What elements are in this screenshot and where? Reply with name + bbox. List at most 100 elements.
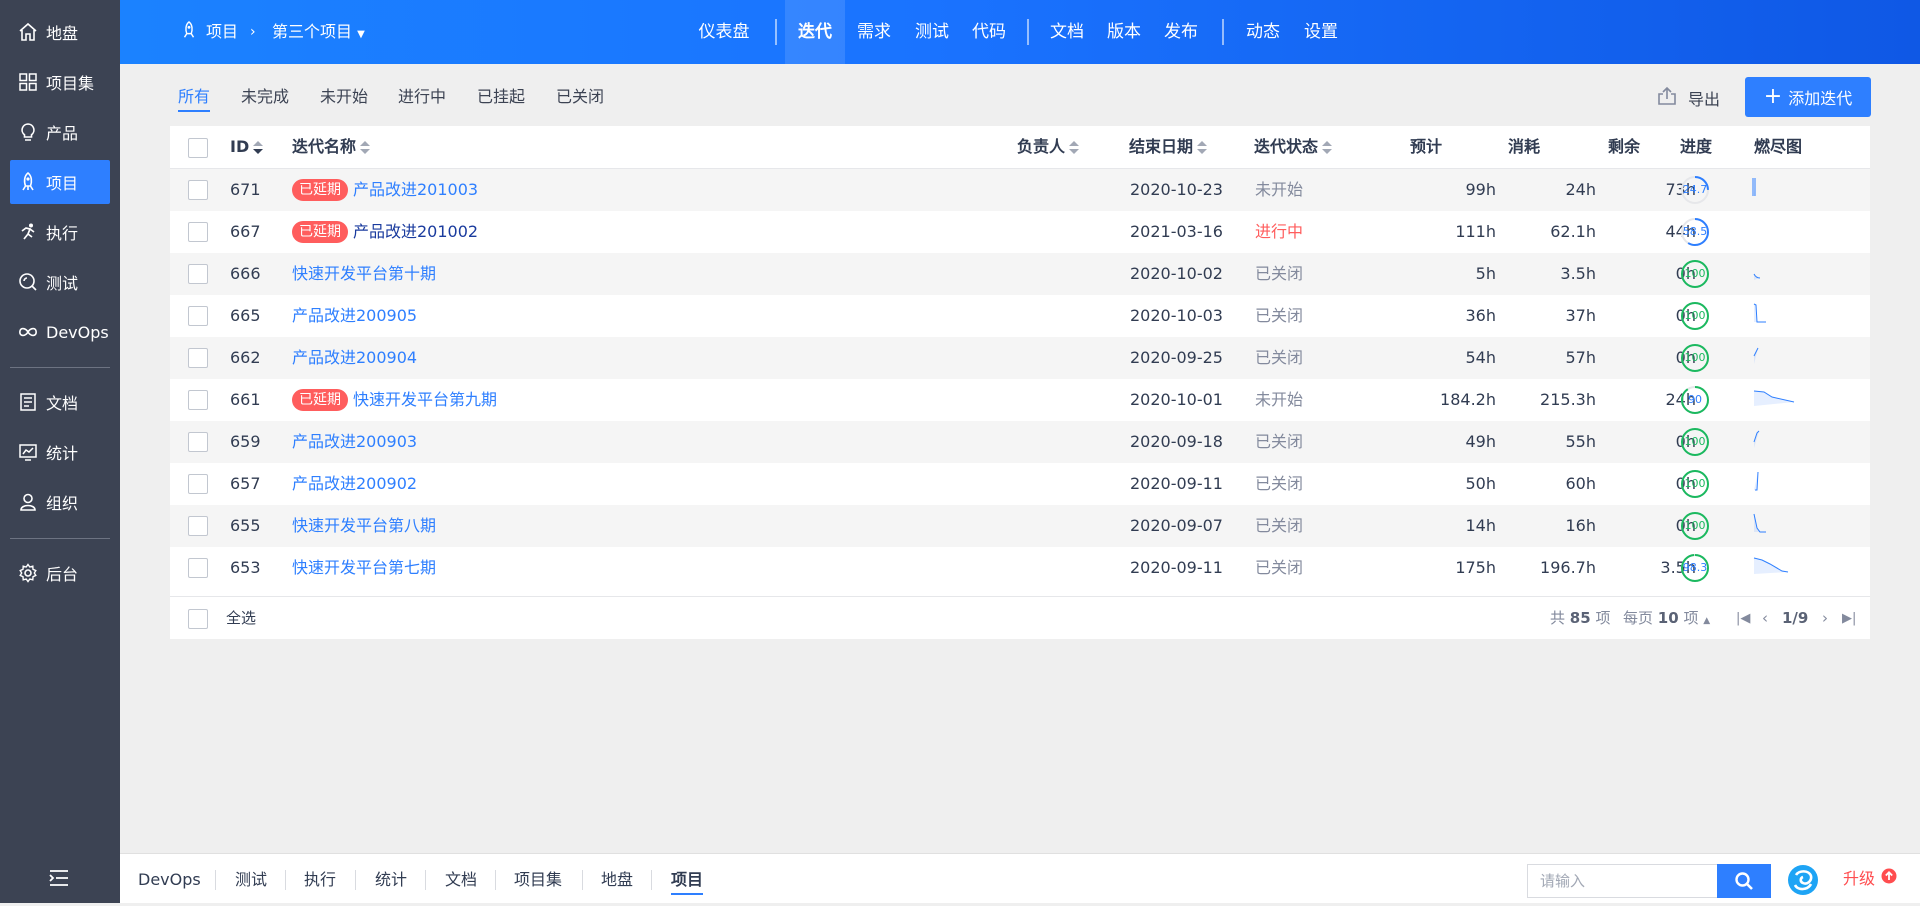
row-name-cell: 产品改进200904 (292, 337, 417, 379)
sidebar-item-product[interactable]: 产品 (10, 110, 110, 154)
iteration-link[interactable]: 产品改进201003 (353, 180, 478, 199)
upgrade-label: 升级 (1843, 869, 1876, 888)
taskbar-execution[interactable]: 执行 (304, 854, 336, 904)
row-checkbox[interactable] (188, 306, 208, 326)
row-checkbox[interactable] (188, 264, 208, 284)
row-checkbox[interactable] (188, 348, 208, 368)
export-button[interactable]: 导出 (1656, 82, 1720, 114)
iteration-link[interactable]: 产品改进200903 (292, 432, 417, 451)
col-owner[interactable]: 负责人 (1017, 126, 1080, 168)
nav-doc[interactable]: 文档 (1046, 0, 1088, 64)
nav-dynamic[interactable]: 动态 (1242, 0, 1284, 64)
taskbar-program[interactable]: 项目集 (514, 854, 562, 904)
taskbar-project[interactable]: 项目 (671, 854, 704, 904)
row-checkbox[interactable] (188, 390, 208, 410)
logo-icon[interactable] (1787, 864, 1819, 896)
burndown-sparkline (1753, 430, 1760, 448)
row-estimate: 184.2h (1440, 390, 1496, 409)
iteration-link[interactable]: 产品改进200905 (292, 306, 417, 325)
col-status[interactable]: 迭代状态 (1254, 126, 1333, 168)
progress-ring: 100 (1680, 469, 1710, 499)
nav-story[interactable]: 需求 (853, 0, 895, 64)
row-checkbox[interactable] (188, 516, 208, 536)
row-estimate: 54h (1465, 348, 1497, 367)
progress-value: 100 (1684, 435, 1706, 448)
page-size-select[interactable]: 每页 10 项 ▲ (1623, 597, 1710, 640)
tab-undone[interactable]: 未完成 (241, 84, 289, 112)
progress-ring: 100 (1680, 511, 1710, 541)
iteration-link[interactable]: 快速开发平台第十期 (292, 264, 436, 283)
burndown-sparkline (1753, 303, 1766, 323)
last-page-icon[interactable]: ▶| (1842, 597, 1856, 640)
taskbar-divider (495, 870, 496, 890)
row-name-cell: 产品改进200903 (292, 421, 417, 463)
collapse-menu-icon[interactable] (48, 869, 70, 887)
add-iteration-button[interactable]: + 添加迭代 (1745, 77, 1871, 117)
tab-suspended[interactable]: 已挂起 (477, 84, 525, 112)
nav-settings[interactable]: 设置 (1300, 0, 1342, 64)
taskbar-stats[interactable]: 统计 (375, 854, 407, 904)
sidebar-item-test[interactable]: 测试 (10, 260, 110, 304)
next-page-icon[interactable]: › (1822, 597, 1828, 640)
search-input[interactable] (1527, 864, 1717, 898)
taskbar-divider (285, 870, 286, 890)
nav-iteration[interactable]: 迭代 (785, 0, 845, 64)
taskbar-doc[interactable]: 文档 (445, 854, 477, 904)
iteration-link[interactable]: 产品改进200902 (292, 474, 417, 493)
taskbar-test[interactable]: 测试 (235, 854, 267, 904)
row-consumed: 3.5h (1560, 264, 1596, 283)
breadcrumb-module[interactable]: 项目 (206, 0, 238, 64)
header-checkbox[interactable] (188, 138, 208, 158)
tab-all[interactable]: 所有 (178, 84, 211, 112)
sidebar-item-stats[interactable]: 统计 (10, 430, 110, 474)
iteration-link[interactable]: 快速开发平台第七期 (292, 558, 436, 577)
sidebar-item-devops[interactable]: DevOps (10, 310, 110, 354)
row-name-cell: 已延期 产品改进201002 (292, 211, 478, 253)
row-checkbox[interactable] (188, 180, 208, 200)
col-left: 剩余 (1608, 137, 1641, 156)
col-id[interactable]: ID (230, 126, 264, 168)
tab-closed[interactable]: 已关闭 (556, 84, 604, 112)
iteration-link[interactable]: 产品改进201002 (353, 222, 478, 241)
table-row: 659 产品改进200903 2020-09-18 已关闭 49h 55h 0h 100 (170, 421, 1870, 463)
sidebar-item-program[interactable]: 项目集 (10, 60, 110, 104)
table-row: 671 已延期 产品改进201003 2020-10-23 未开始 99h 24h 73h 24… (170, 169, 1870, 211)
iteration-link[interactable]: 快速开发平台第八期 (292, 516, 436, 535)
search-button[interactable] (1717, 864, 1771, 898)
nav-code[interactable]: 代码 (968, 0, 1010, 64)
col-burn: 燃尽图 (1754, 137, 1803, 156)
sidebar-item-dashboard[interactable]: 地盘 (10, 10, 110, 54)
tab-doing[interactable]: 进行中 (398, 84, 446, 112)
nav-release[interactable]: 发布 (1160, 0, 1202, 64)
progress-ring: 100 (1680, 427, 1710, 457)
iteration-link[interactable]: 产品改进200904 (292, 348, 417, 367)
first-page-icon[interactable]: |◀ (1736, 597, 1750, 640)
taskbar-dashboard[interactable]: 地盘 (601, 854, 633, 904)
row-checkbox[interactable] (188, 558, 208, 578)
project-switcher[interactable]: 第三个项目 ▼ (272, 0, 365, 64)
sidebar-item-execution[interactable]: 执行 (10, 210, 110, 254)
nav-test[interactable]: 测试 (911, 0, 953, 64)
col-name[interactable]: 迭代名称 (292, 126, 371, 168)
sidebar-item-doc[interactable]: 文档 (10, 380, 110, 424)
status-text: 未开始 (1255, 390, 1304, 409)
nav-build[interactable]: 版本 (1103, 0, 1145, 64)
status-text: 已关闭 (1255, 348, 1304, 367)
taskbar-devops[interactable]: DevOps (138, 854, 201, 904)
sidebar-item-admin[interactable]: 后台 (10, 551, 110, 595)
col-end-date[interactable]: 结束日期 (1129, 126, 1208, 168)
iteration-link[interactable]: 快速开发平台第九期 (353, 390, 497, 409)
row-checkbox[interactable] (188, 432, 208, 452)
select-all-checkbox[interactable] (188, 609, 208, 629)
nav-dashboard[interactable]: 仪表盘 (690, 0, 758, 64)
row-end-date: 2020-10-03 (1130, 306, 1223, 325)
row-checkbox[interactable] (188, 474, 208, 494)
sidebar-item-org[interactable]: 组织 (10, 480, 110, 524)
sidebar-item-project[interactable]: 项目 (10, 160, 110, 204)
upgrade-button[interactable]: 升级 (1843, 854, 1897, 904)
tab-wait[interactable]: 未开始 (320, 84, 368, 112)
export-icon (1656, 86, 1678, 110)
row-checkbox[interactable] (188, 222, 208, 242)
prev-page-icon[interactable]: ‹ (1762, 597, 1768, 640)
table-row: 657 产品改进200902 2020-09-11 已关闭 50h 60h 0h 100 (170, 463, 1870, 505)
